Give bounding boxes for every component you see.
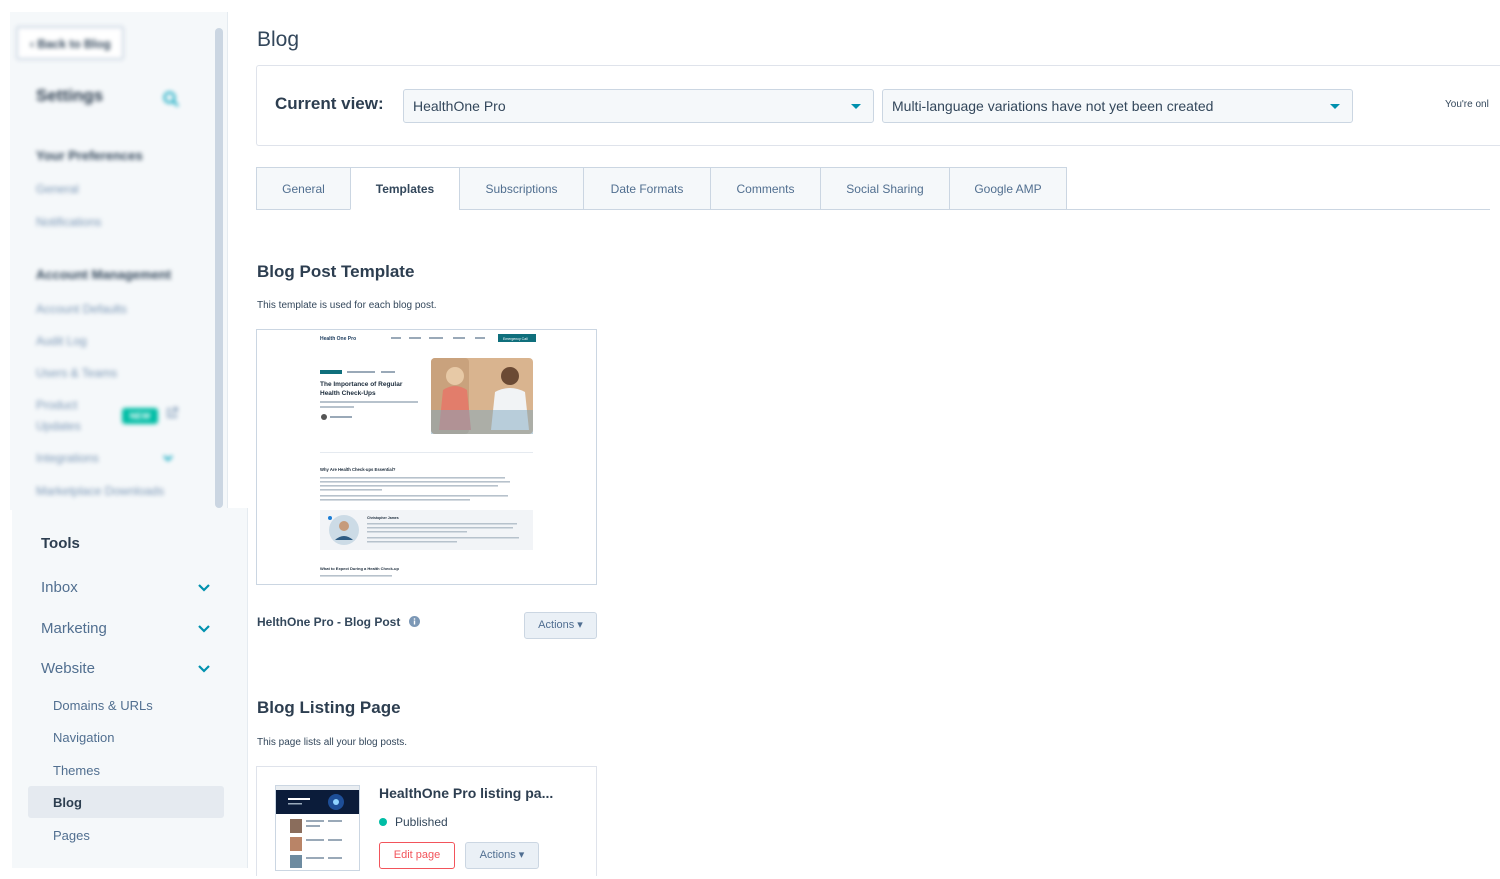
tab-subscriptions[interactable]: Subscriptions: [459, 167, 583, 210]
listing-status: Published: [395, 815, 448, 829]
tab-general[interactable]: General: [256, 167, 350, 210]
listing-description: This page lists all your blog posts.: [257, 737, 408, 748]
tools-sub-pages[interactable]: Pages: [53, 828, 90, 843]
current-view-label: Current view:: [275, 94, 384, 113]
caret-down-icon: [851, 104, 861, 109]
tools-sub-blog[interactable]: Blog: [53, 795, 82, 810]
language-select[interactable]: Multi-language variations have not yet b…: [882, 89, 1353, 123]
tools-panel: Tools Inbox Marketing Website Domains & …: [12, 508, 248, 868]
preview-post-title: The Importance of Regular: [320, 381, 403, 388]
sidebar-item-notifications[interactable]: Notifications: [36, 215, 101, 229]
chevron-down-icon[interactable]: [162, 452, 174, 464]
info-icon[interactable]: [409, 616, 420, 627]
back-to-blog-button[interactable]: ‹ Back to Blog: [16, 26, 124, 60]
tools-sub-navigation[interactable]: Navigation: [53, 730, 114, 745]
listing-page-name: HealthOne Pro listing pa...: [379, 785, 554, 801]
preview-post-title-2: Health Check-Ups: [320, 390, 376, 397]
listing-title: Blog Listing Page: [257, 698, 401, 717]
sidebar-item-general[interactable]: General: [36, 182, 79, 196]
tab-social-sharing[interactable]: Social Sharing: [820, 167, 949, 210]
language-select-value: Multi-language variations have not yet b…: [892, 98, 1214, 114]
new-badge: NEW: [122, 408, 158, 424]
settings-sidebar: ‹ Back to Blog Settings Your Preferences…: [10, 12, 228, 510]
sidebar-item-marketplace[interactable]: Marketplace Downloads: [36, 484, 164, 498]
tools-item-website[interactable]: Website: [41, 660, 95, 677]
post-template-actions-button[interactable]: Actions ▾: [524, 612, 597, 639]
tab-google-amp[interactable]: Google AMP: [949, 167, 1067, 210]
blog-select[interactable]: HealthOne Pro: [403, 89, 874, 123]
sidebar-item-users-teams[interactable]: Users & Teams: [36, 366, 117, 380]
page-title: Blog: [257, 28, 300, 51]
sidebar-item-audit-log[interactable]: Audit Log: [36, 334, 87, 348]
sidebar-item-account-defaults[interactable]: Account Defaults: [36, 302, 127, 316]
settings-title: Settings: [36, 86, 104, 105]
caret-down-icon: [1330, 104, 1340, 109]
edit-page-button[interactable]: Edit page: [379, 842, 455, 869]
tab-templates[interactable]: Templates: [350, 167, 459, 210]
preview-heading-2: What to Expect During a Health Check-up: [320, 566, 399, 571]
account-heading: Account Management: [36, 267, 172, 282]
preferences-heading: Your Preferences: [36, 148, 143, 163]
post-template-preview[interactable]: Health One Pro Emergency Call The Import…: [256, 329, 597, 585]
tools-item-inbox[interactable]: Inbox: [41, 579, 78, 596]
tab-date-formats[interactable]: Date Formats: [583, 167, 710, 210]
sidebar-item-product-updates[interactable]: Product: [36, 398, 77, 412]
external-link-icon: [167, 407, 178, 418]
search-icon[interactable]: [162, 90, 180, 108]
current-view-panel: Current view: HealthOne Pro Multi-langua…: [256, 65, 1500, 146]
chevron-down-icon[interactable]: [196, 621, 212, 637]
chevron-down-icon[interactable]: [196, 661, 212, 677]
tools-sub-themes[interactable]: Themes: [53, 763, 100, 778]
tools-title: Tools: [41, 535, 80, 552]
view-note: You're onl: [1445, 99, 1489, 110]
settings-tabs: General Templates Subscriptions Date For…: [256, 167, 1490, 210]
listing-thumbnail[interactable]: [275, 785, 360, 871]
listing-card: HealthOne Pro listing pa... Published Ed…: [256, 766, 597, 876]
sidebar-item-integrations[interactable]: Integrations: [36, 451, 99, 465]
sidebar-item-product-updates-line2[interactable]: Updates: [36, 419, 81, 433]
post-template-description: This template is used for each blog post…: [257, 300, 437, 311]
preview-author: Christopher James: [367, 516, 399, 520]
preview-logo: Health One Pro: [320, 336, 356, 342]
tools-item-marketing[interactable]: Marketing: [41, 620, 107, 637]
post-template-name: HelthOne Pro - Blog Post: [257, 615, 401, 629]
chevron-down-icon[interactable]: [196, 580, 212, 596]
preview-heading: Why Are Health Check-ups Essential?: [320, 467, 396, 472]
published-status-dot: [379, 818, 387, 826]
post-template-title: Blog Post Template: [257, 262, 415, 281]
template-thumbnail: Health One Pro Emergency Call The Import…: [320, 334, 536, 577]
tools-sub-domains[interactable]: Domains & URLs: [53, 698, 153, 713]
listing-actions-button[interactable]: Actions ▾: [465, 842, 539, 869]
blog-select-value: HealthOne Pro: [413, 98, 506, 114]
sidebar-scrollbar[interactable]: [215, 28, 223, 508]
tab-comments[interactable]: Comments: [710, 167, 820, 210]
preview-cta: Emergency Call: [503, 337, 528, 341]
listing-preview-image: [276, 786, 359, 868]
